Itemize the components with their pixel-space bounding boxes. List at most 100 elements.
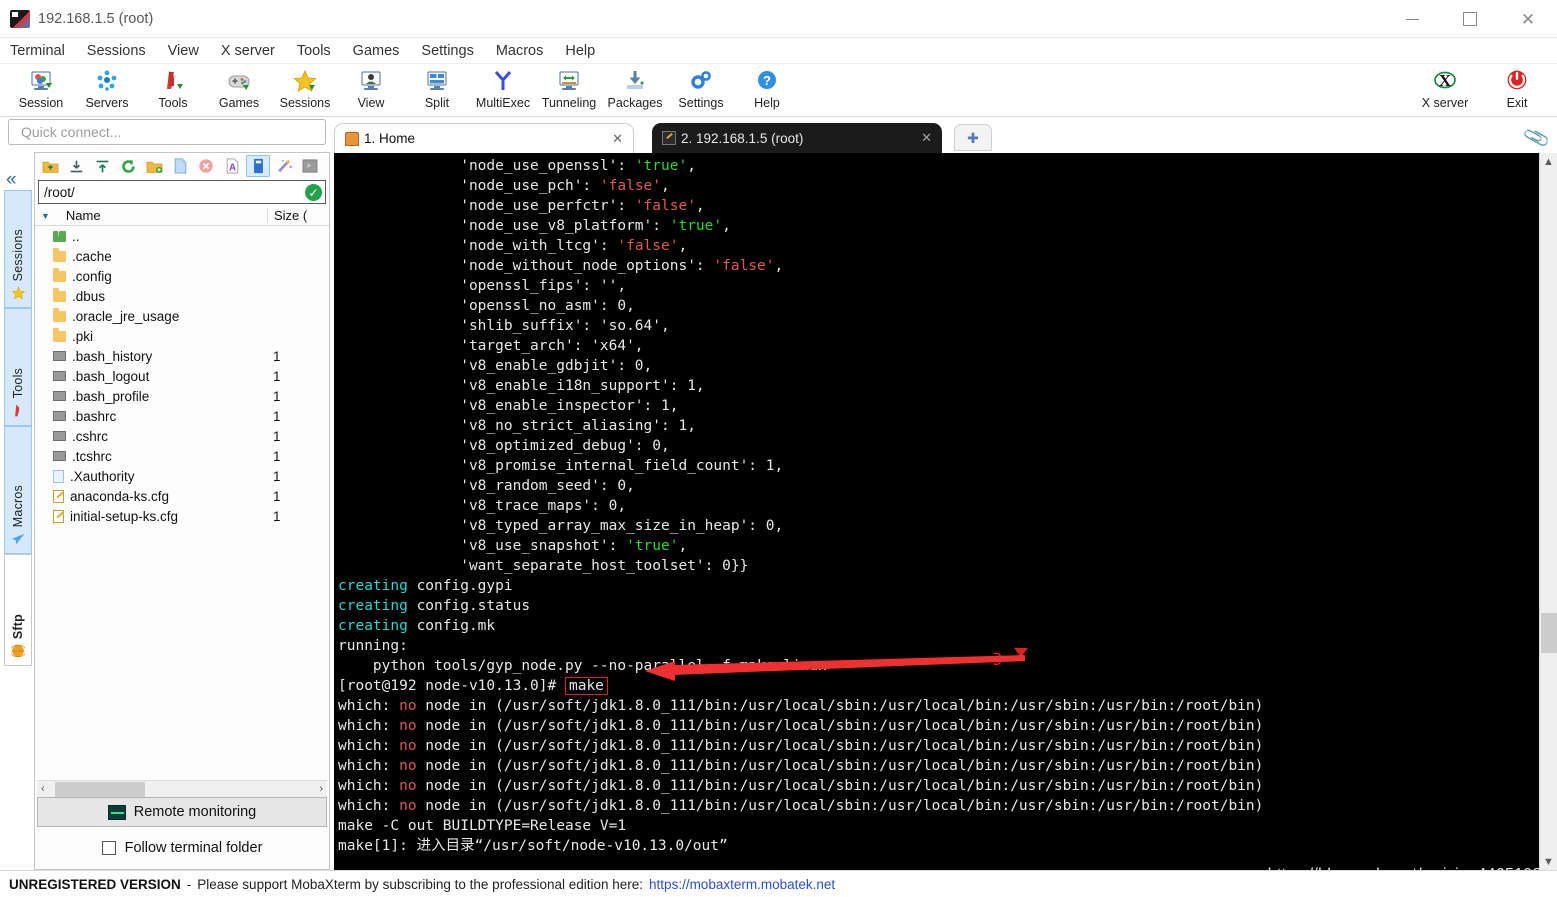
toolbar-button-packages[interactable]: Packages xyxy=(602,64,668,110)
file-row[interactable]: .config xyxy=(35,266,329,286)
toolbar-button-split[interactable]: Split xyxy=(404,64,470,110)
menu-item-view[interactable]: View xyxy=(157,43,210,59)
quick-connect-input[interactable]: Quick connect... xyxy=(8,119,326,145)
file-row[interactable]: .bash_logout 1 xyxy=(35,366,329,386)
multiexec-icon xyxy=(490,67,516,95)
toolbar-button-tunneling[interactable]: Tunneling xyxy=(536,64,602,110)
column-name-label: Name xyxy=(65,208,101,223)
sftp-bookmark-button[interactable] xyxy=(246,155,270,177)
follow-terminal-folder-row[interactable]: Follow terminal folder xyxy=(37,835,327,861)
horizontal-scrollbar[interactable]: ‹ › xyxy=(37,780,327,797)
file-row[interactable]: .bashrc 1 xyxy=(35,406,329,426)
sftp-upload-button[interactable] xyxy=(90,155,114,177)
mobaxterm-window: 192.168.1.5 (root) ✕ Terminal Sessions Vie… xyxy=(0,0,1557,897)
file-row[interactable]: .pki xyxy=(35,326,329,346)
file-row[interactable]: .cache xyxy=(35,246,329,266)
follow-terminal-checkbox[interactable] xyxy=(101,841,116,855)
sftp-path-bar[interactable]: /root/ ✓ xyxy=(38,180,326,204)
status-message: Please support MobaXterm by subscribing … xyxy=(197,876,644,892)
file-row[interactable]: .tcshrc 1 xyxy=(35,446,329,466)
toolbar-button-sessions[interactable]: Sessions xyxy=(272,64,338,110)
mobaxterm-link[interactable]: https://mobaxterm.mobatek.net xyxy=(649,877,835,892)
menu-item-terminal[interactable]: Terminal xyxy=(0,43,76,59)
hscroll-thumb[interactable] xyxy=(55,781,145,797)
file-name-cell: .dbus xyxy=(35,287,267,304)
vscroll-thumb[interactable] xyxy=(1541,613,1557,653)
svg-text:?: ? xyxy=(763,73,771,88)
scroll-right-icon[interactable]: › xyxy=(315,783,327,795)
vertical-tab-label: Tools xyxy=(11,367,25,398)
terminal-tab-2[interactable]: 2. 192.168.1.5 (root) ✕ xyxy=(652,123,942,153)
sftp-delete-button[interactable] xyxy=(194,155,218,177)
file-row[interactable]: .dbus xyxy=(35,286,329,306)
terminal-tab-1[interactable]: 1. Home ✕ xyxy=(334,123,634,153)
sftp-path-value: /root/ xyxy=(44,184,75,200)
menu-item-settings[interactable]: Settings xyxy=(410,43,484,59)
menu-item-games[interactable]: Games xyxy=(342,43,411,59)
column-header-size[interactable]: Size ( xyxy=(267,208,329,223)
sftp-refresh-button[interactable] xyxy=(116,155,140,177)
toolbar-button-view[interactable]: View xyxy=(338,64,404,110)
terminal-tab-close-icon[interactable]: ✕ xyxy=(921,130,932,146)
remote-monitoring-button[interactable]: Remote monitoring xyxy=(37,797,327,827)
toolbar-button-servers[interactable]: Servers xyxy=(74,64,140,110)
file-row[interactable]: initial-setup-ks.cfg 1 xyxy=(35,506,329,526)
path-confirm-icon[interactable]: ✓ xyxy=(305,184,322,201)
menu-item-sessions[interactable]: Sessions xyxy=(76,43,157,59)
toolbar-button-settings[interactable]: Settings xyxy=(668,64,734,110)
file-row[interactable]: anaconda-ks.cfg 1 xyxy=(35,486,329,506)
vertical-tab-tools[interactable]: Tools xyxy=(4,308,32,426)
terminal-scrollbar[interactable]: ▲ ▼ xyxy=(1539,153,1557,870)
sftp-new-file-button[interactable] xyxy=(168,155,192,177)
terminal-text: which: xyxy=(338,718,400,734)
minimize-button[interactable] xyxy=(1383,0,1441,38)
menu-item-x-server[interactable]: X server xyxy=(210,43,286,59)
sftp-rename-button[interactable]: A xyxy=(220,155,244,177)
terminal-text: 'v8_enable_gdbjit': 0, xyxy=(338,358,653,374)
toolbar-label: Settings xyxy=(678,96,724,110)
sftp-magic-wand-button[interactable] xyxy=(272,155,296,177)
sftp-open-terminal-button[interactable]: > xyxy=(298,155,322,177)
maximize-button[interactable] xyxy=(1441,0,1499,38)
menu-item-macros[interactable]: Macros xyxy=(485,43,555,59)
column-header-name[interactable]: ▼ Name xyxy=(35,208,267,223)
menu-item-help[interactable]: Help xyxy=(554,43,606,59)
toolbar-button-session[interactable]: Session xyxy=(8,64,74,110)
file-row[interactable]: .. xyxy=(35,226,329,246)
sftp-parent-folder-button[interactable] xyxy=(38,155,62,177)
shell-file-icon xyxy=(53,411,66,421)
vertical-tab-sftp[interactable]: Sftp xyxy=(4,554,32,666)
vertical-tab-macros[interactable]: Macros xyxy=(4,426,32,554)
sftp-download-button[interactable] xyxy=(64,155,88,177)
toolbar-button-help[interactable]: ? Help xyxy=(734,64,800,110)
file-row[interactable]: .bash_history 1 xyxy=(35,346,329,366)
sftp-new-folder-button[interactable] xyxy=(142,155,166,177)
new-tab-button[interactable]: ✚ xyxy=(954,124,992,151)
file-name-cell: initial-setup-ks.cfg xyxy=(35,509,267,524)
scroll-left-icon[interactable]: ‹ xyxy=(37,783,49,795)
file-row[interactable]: .oracle_jre_usage xyxy=(35,306,329,326)
terminal-output[interactable]: 'node_use_openssl': 'true', 'node_use_pc… xyxy=(334,153,1539,870)
file-list: .. .cache .config .dbus .oracle_jre_usage .pk… xyxy=(35,226,329,766)
terminal-tab-close-icon[interactable]: ✕ xyxy=(612,131,623,147)
session-icon xyxy=(28,67,54,95)
x-server-icon: X xyxy=(1432,67,1458,95)
paperclip-icon[interactable]: 📎 xyxy=(1522,123,1552,154)
close-button[interactable]: ✕ xyxy=(1499,0,1557,38)
toolbar-button-x-server[interactable]: X X server xyxy=(1409,64,1481,110)
file-row[interactable]: .Xauthority 1 xyxy=(35,466,329,486)
toolbar-button-tools[interactable]: Tools xyxy=(140,64,206,110)
file-name-cell: .cshrc xyxy=(35,429,267,444)
terminal-text: no xyxy=(399,718,417,734)
file-name-cell: .bash_profile xyxy=(35,389,267,404)
terminal-text: node in (/usr/soft/jdk1.8.0_111/bin:/usr… xyxy=(416,718,1264,734)
toolbar-button-games[interactable]: Games xyxy=(206,64,272,110)
menu-item-tools[interactable]: Tools xyxy=(286,43,342,59)
file-row[interactable]: .cshrc 1 xyxy=(35,426,329,446)
toolbar-button-exit[interactable]: Exit xyxy=(1481,64,1553,110)
file-row[interactable]: .bash_profile 1 xyxy=(35,386,329,406)
vertical-tab-sessions[interactable]: Sessions xyxy=(4,190,32,308)
toolbar-button-multiexec[interactable]: MultiExec xyxy=(470,64,536,110)
scroll-up-icon[interactable]: ▲ xyxy=(1540,153,1557,168)
collapse-sidebar-icon[interactable]: « xyxy=(6,170,17,189)
